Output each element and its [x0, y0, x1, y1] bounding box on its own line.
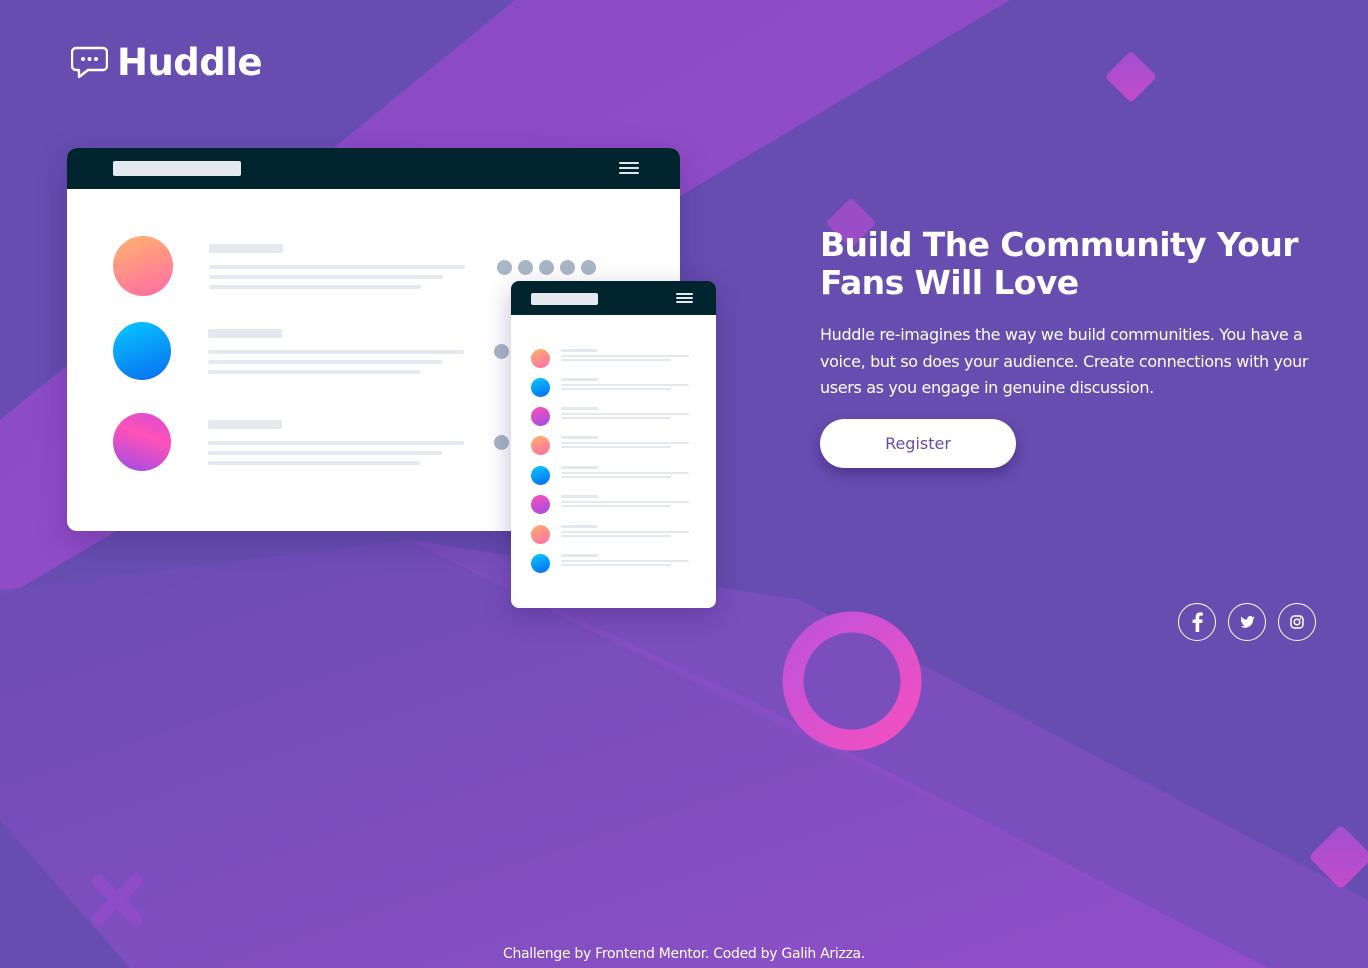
mobile-row	[531, 495, 691, 515]
avatar	[113, 322, 171, 380]
hero-title-line-2: Fans Will Love	[820, 263, 1079, 302]
twitter-link[interactable]	[1228, 603, 1266, 641]
hero-content: Build The Community Your Fans Will Love …	[820, 226, 1320, 402]
hamburger-icon	[676, 293, 693, 303]
avatar	[113, 413, 171, 471]
placeholder-lines	[208, 420, 468, 471]
facebook-link[interactable]	[1178, 603, 1216, 641]
author-link[interactable]: Galih Arizza	[781, 946, 861, 962]
attribution-prefix: Challenge by	[502, 946, 591, 962]
frontend-mentor-link[interactable]: Frontend Mentor	[595, 946, 705, 962]
mobile-row	[531, 436, 691, 456]
hero-title-line-1: Build The Community Your	[820, 225, 1299, 264]
hamburger-icon	[619, 162, 639, 174]
brand-name: Huddle	[117, 41, 263, 84]
mobile-row	[531, 407, 691, 427]
attribution-middle: . Coded by	[704, 946, 778, 962]
register-button[interactable]: Register	[820, 419, 1016, 468]
avatar	[113, 236, 173, 296]
mobile-row	[531, 349, 691, 369]
hero-title: Build The Community Your Fans Will Love	[820, 226, 1320, 302]
desktop-mockup-header	[67, 148, 680, 189]
mobile-row	[531, 378, 691, 398]
mobile-row	[531, 525, 691, 545]
speech-bubble-icon	[71, 46, 108, 78]
header-placeholder	[531, 293, 598, 305]
placeholder-lines	[209, 244, 469, 295]
instagram-link[interactable]	[1278, 603, 1316, 641]
twitter-icon	[1239, 616, 1255, 628]
attribution-suffix: .	[860, 946, 865, 962]
logo[interactable]: Huddle	[71, 41, 263, 84]
placeholder-dots	[494, 435, 509, 450]
hero-description: Huddle re-imagines the way we build comm…	[820, 325, 1309, 397]
header-placeholder	[113, 161, 241, 176]
social-links	[1178, 603, 1316, 641]
mobile-mockup-header	[511, 281, 716, 315]
mobile-row	[531, 554, 691, 574]
placeholder-lines	[208, 329, 468, 380]
facebook-icon	[1192, 612, 1203, 632]
instagram-icon	[1290, 615, 1304, 629]
mobile-row	[531, 466, 691, 486]
hero-illustration	[67, 148, 717, 608]
mobile-mockup	[511, 281, 716, 608]
attribution: Challenge by Frontend Mentor. Coded by G…	[0, 946, 1368, 962]
placeholder-dots	[494, 344, 509, 359]
placeholder-dots	[497, 260, 596, 275]
